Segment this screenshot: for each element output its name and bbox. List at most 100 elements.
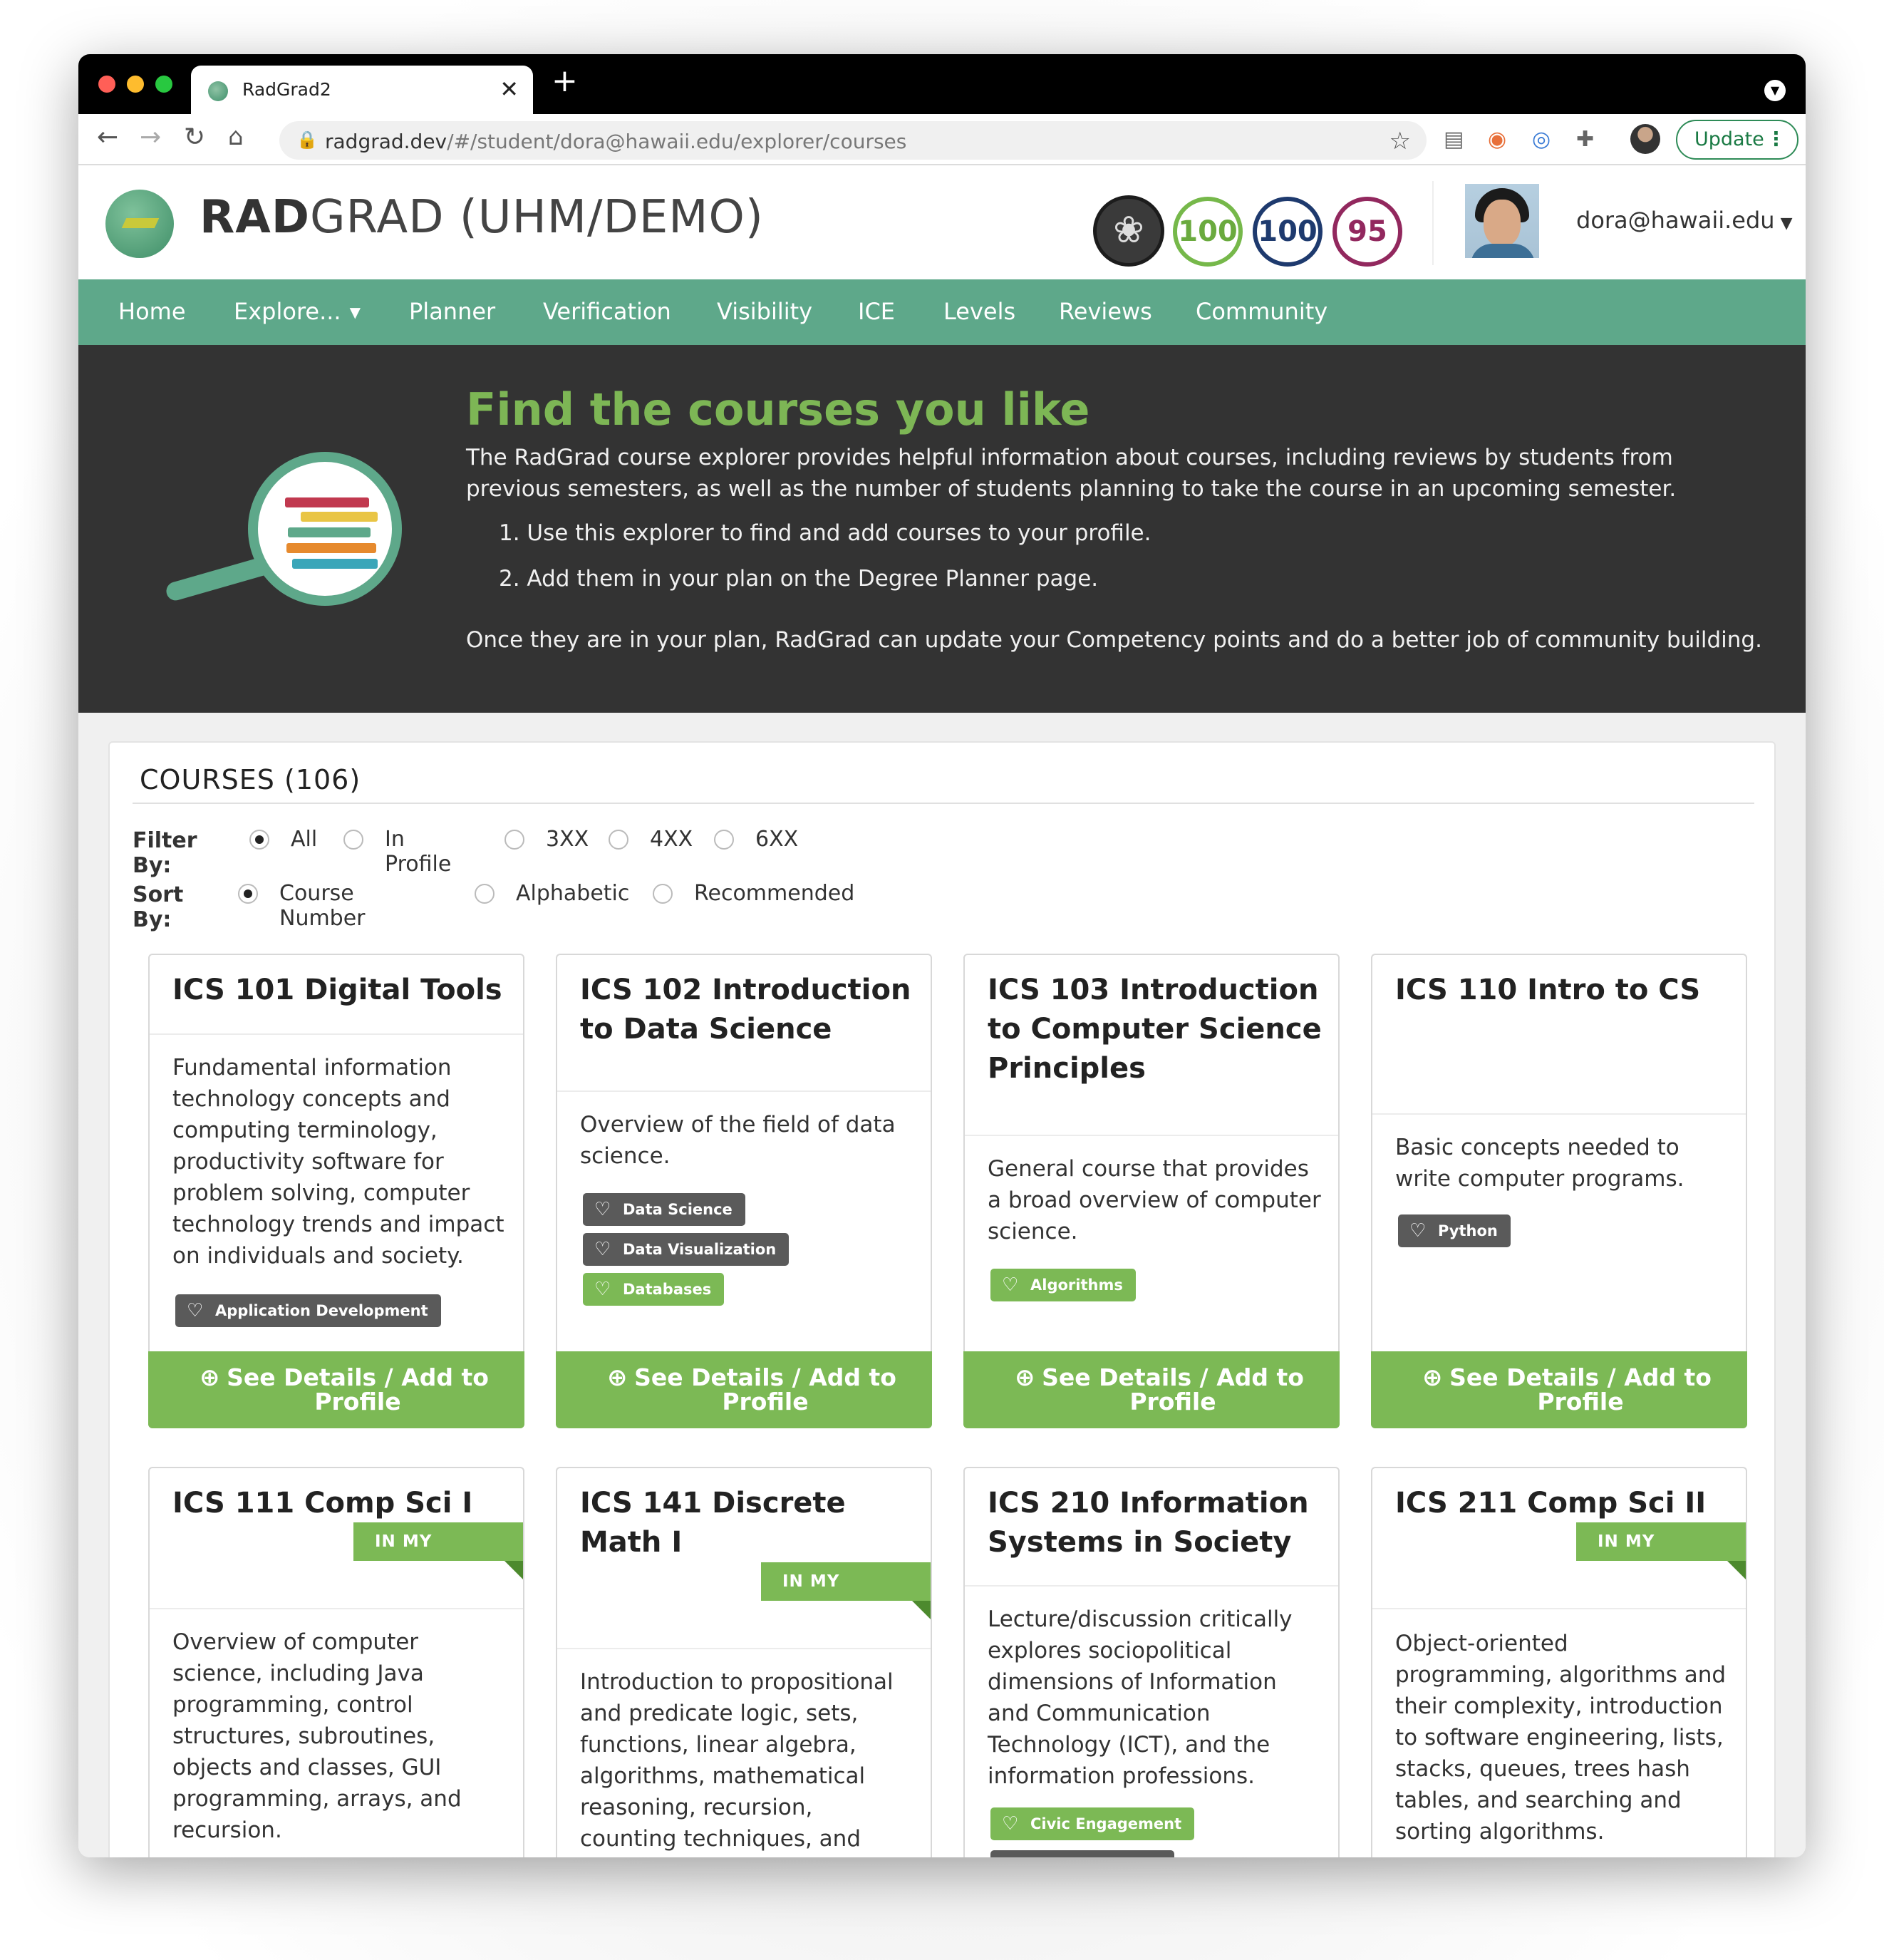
nav-verification[interactable]: Verification	[543, 298, 671, 325]
hero-step-1: 1. Use this explorer to find and add cou…	[499, 520, 1151, 546]
course-title[interactable]: ICS 110 Intro to CS	[1395, 971, 1730, 1010]
interest-tag[interactable]: ♡ Application Development	[175, 1294, 441, 1327]
filter-option-in-profile[interactable]: In Profile	[385, 827, 451, 877]
brand-title[interactable]: RADGRAD (UHM/DEMO)	[200, 191, 764, 244]
course-description: Overview of computer science, including …	[172, 1629, 462, 1843]
course-card[interactable]: ICS 211 Comp Sci II IN MY PROFILE Object…	[1371, 1467, 1747, 1857]
interest-tag[interactable]: ♡ Algorithms	[990, 1269, 1136, 1301]
extensions-puzzle-icon[interactable]: ✚	[1576, 127, 1594, 152]
bookmark-star-icon[interactable]: ☆	[1389, 127, 1411, 155]
minimize-window-button[interactable]	[127, 76, 144, 93]
extension-orange-icon[interactable]: ◉	[1488, 127, 1506, 152]
tab-close-icon[interactable]: ✕	[500, 76, 519, 103]
address-bar[interactable]: 🔒 radgrad.dev/#/student/dora@hawaii.edu/…	[279, 121, 1427, 160]
browser-tab[interactable]: RadGrad2 ✕	[191, 66, 533, 114]
hero-title: Find the courses you like	[466, 383, 1090, 435]
interest-tag[interactable]: ♡ Civic Engagement	[990, 1807, 1195, 1840]
nav-reviews[interactable]: Reviews	[1059, 298, 1152, 325]
heart-icon: ♡	[1409, 1220, 1427, 1242]
course-card[interactable]: ICS 110 Intro to CS Basic concepts neede…	[1371, 954, 1747, 1428]
app-header: RADGRAD (UHM/DEMO) ❀ 100 100 95 dora@haw…	[78, 167, 1806, 279]
forward-arrow-icon[interactable]: →	[140, 123, 161, 152]
level-badge-icon[interactable]: ❀	[1093, 195, 1164, 267]
filter-option-all[interactable]: All	[291, 827, 317, 852]
nav-ice[interactable]: ICE	[858, 298, 895, 325]
filter-radio-all[interactable]	[249, 830, 269, 850]
heart-icon: ♡	[594, 1279, 611, 1300]
nav-home[interactable]: Home	[118, 298, 186, 325]
interest-tag[interactable]: ♡ Data Visualization	[583, 1233, 790, 1266]
course-card[interactable]: ICS 102 Introduction to Data Science Ove…	[556, 954, 932, 1428]
course-title[interactable]: ICS 211 Comp Sci II	[1395, 1484, 1730, 1523]
divider	[133, 803, 1754, 804]
course-card[interactable]: ICS 111 Comp Sci I IN MY PROFILE Overvie…	[148, 1467, 524, 1857]
home-icon[interactable]: ⌂	[228, 123, 244, 151]
zoom-in-icon: ⊕	[1015, 1363, 1035, 1392]
filter-option-4xx[interactable]: 4XX	[650, 827, 693, 852]
see-details-button[interactable]: ⊕ See Details / Add to Profile	[1371, 1351, 1747, 1428]
interest-tag-partial[interactable]	[990, 1850, 1174, 1857]
course-title[interactable]: ICS 103 Introduction to Computer Science…	[988, 971, 1323, 1088]
caret-down-icon: ▼	[349, 304, 361, 321]
header-divider	[1432, 181, 1434, 265]
course-card[interactable]: ICS 210 Information Systems in Society L…	[963, 1467, 1340, 1857]
course-description: Lecture/discussion critically explores s…	[988, 1606, 1293, 1789]
course-description: Object-oriented programming, algorithms …	[1395, 1631, 1727, 1845]
update-button[interactable]: Update ⋮	[1676, 120, 1798, 160]
course-title[interactable]: ICS 102 Introduction to Data Science	[580, 971, 915, 1049]
course-title[interactable]: ICS 210 Information Systems in Society	[988, 1484, 1323, 1562]
sort-radio-alphabetic[interactable]	[475, 884, 495, 904]
filter-radio-4xx[interactable]	[609, 830, 628, 850]
reload-icon[interactable]: ↻	[184, 123, 205, 152]
nav-community[interactable]: Community	[1196, 298, 1327, 325]
see-details-button[interactable]: ⊕ See Details / Add to Profile	[963, 1351, 1340, 1428]
maximize-window-button[interactable]	[155, 76, 172, 93]
extension-blue-icon[interactable]: ◎	[1532, 127, 1551, 152]
ice-innovation-score[interactable]: 100	[1173, 197, 1243, 267]
filter-option-6xx[interactable]: 6XX	[755, 827, 798, 852]
heart-icon: ♡	[187, 1300, 204, 1321]
filter-radio-3xx[interactable]	[504, 830, 524, 850]
tab-search-icon[interactable]: ▼	[1764, 80, 1786, 101]
nav-visibility[interactable]: Visibility	[717, 298, 812, 325]
ice-competency-score[interactable]: 100	[1253, 197, 1323, 267]
course-title[interactable]: ICS 111 Comp Sci I	[172, 1484, 507, 1523]
interest-tag[interactable]: ♡ Databases	[583, 1273, 725, 1306]
user-avatar[interactable]	[1465, 184, 1539, 258]
course-card[interactable]: ICS 141 Discrete Math I IN MY PROFILE In…	[556, 1467, 932, 1857]
nav-levels[interactable]: Levels	[943, 298, 1015, 325]
content-area: COURSES (106) Filter By: All In Profile …	[78, 713, 1806, 1857]
sort-option-course-number[interactable]: Course Number	[279, 881, 366, 931]
ice-experience-score[interactable]: 95	[1332, 197, 1402, 267]
browser-profile-avatar[interactable]	[1630, 124, 1660, 154]
close-window-button[interactable]	[98, 76, 115, 93]
nav-planner[interactable]: Planner	[409, 298, 495, 325]
sort-option-alphabetic[interactable]: Alphabetic	[516, 881, 629, 906]
heart-icon: ♡	[594, 1199, 611, 1220]
filter-option-3xx[interactable]: 3XX	[546, 827, 589, 852]
back-arrow-icon[interactable]: ←	[97, 123, 118, 152]
course-card[interactable]: ICS 103 Introduction to Computer Science…	[963, 954, 1340, 1428]
heart-icon: ♡	[1002, 1274, 1019, 1296]
main-nav: Home Explore... ▼ Planner Verification Vi…	[78, 279, 1806, 345]
interest-tag[interactable]: ♡ Data Science	[583, 1193, 745, 1226]
nav-explore[interactable]: Explore... ▼	[234, 298, 361, 325]
reader-icon[interactable]: ▤	[1444, 127, 1464, 152]
see-details-button[interactable]: ⊕ See Details / Add to Profile	[556, 1351, 932, 1428]
filter-radio-6xx[interactable]	[714, 830, 734, 850]
user-menu-dropdown[interactable]: dora@hawaii.edu ▼	[1576, 207, 1792, 234]
see-details-button[interactable]: ⊕ See Details / Add to Profile	[148, 1351, 524, 1428]
sort-radio-course-number[interactable]	[238, 884, 258, 904]
sort-radio-recommended[interactable]	[653, 884, 673, 904]
filter-radio-in-profile[interactable]	[343, 830, 363, 850]
course-title[interactable]: ICS 141 Discrete Math I	[580, 1484, 915, 1562]
in-profile-ribbon: IN MY PROFILE	[761, 1562, 931, 1629]
interest-tag[interactable]: ♡ Python	[1398, 1214, 1511, 1247]
new-tab-button[interactable]: +	[552, 63, 578, 99]
browser-window: RadGrad2 ✕ + ▼ ← → ↻ ⌂ 🔒 radgrad.dev/#/s…	[78, 54, 1806, 1857]
favicon-icon	[208, 81, 228, 101]
sort-option-recommended[interactable]: Recommended	[694, 881, 854, 906]
course-title[interactable]: ICS 101 Digital Tools	[172, 971, 507, 1010]
zoom-in-icon: ⊕	[1422, 1363, 1443, 1392]
course-card[interactable]: ICS 101 Digital Tools Fundamental inform…	[148, 954, 524, 1428]
